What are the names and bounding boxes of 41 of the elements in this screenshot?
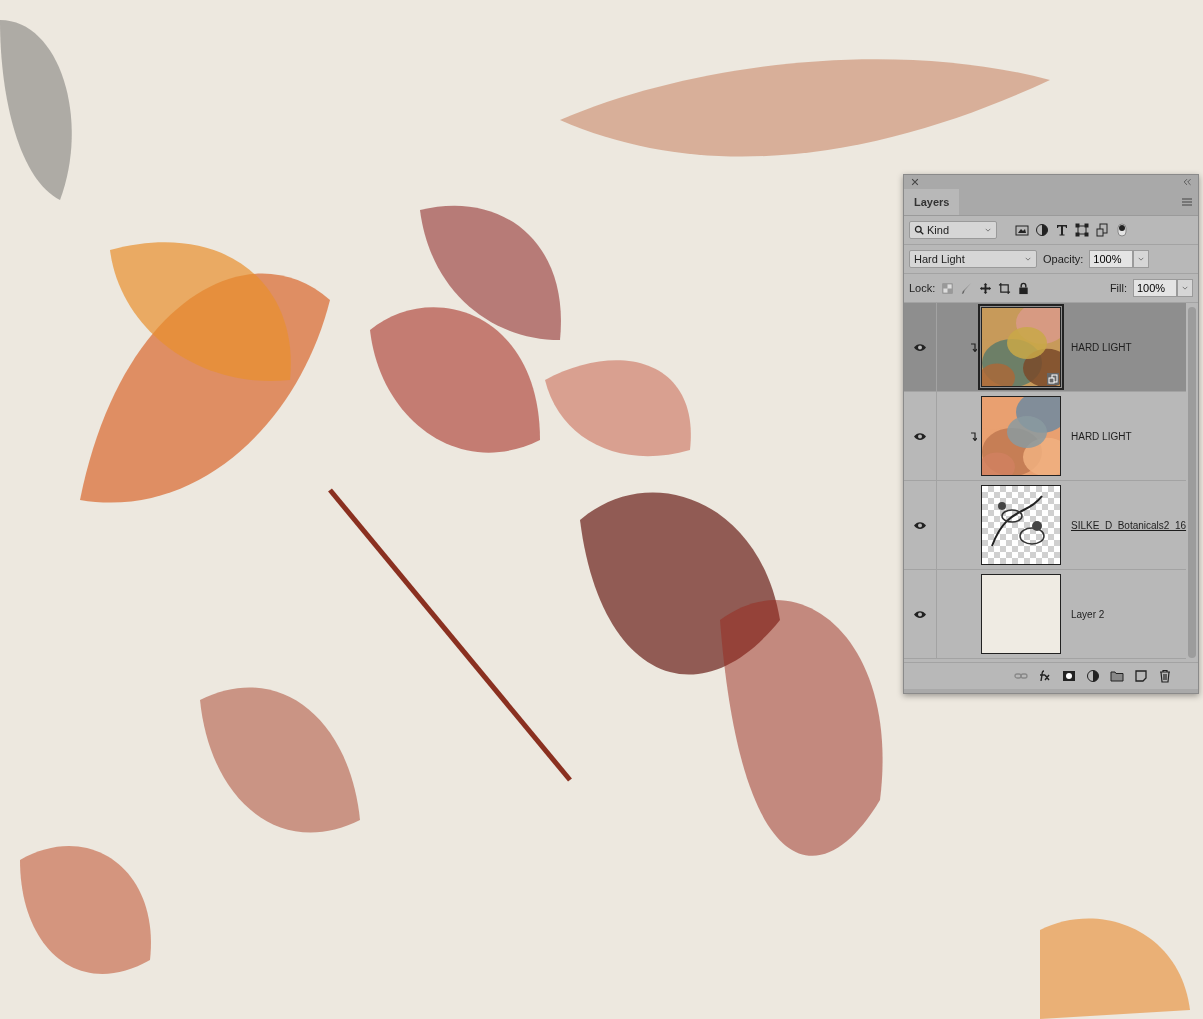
scrollbar-thumb[interactable]	[1188, 307, 1196, 658]
opacity-field[interactable]: 100%	[1089, 250, 1134, 268]
lock-icon[interactable]	[1017, 281, 1031, 295]
eye-icon[interactable]	[913, 520, 927, 530]
layer-name: HARD LIGHT	[1071, 430, 1132, 442]
chevron-icon	[1137, 255, 1146, 263]
trash-icon[interactable]	[1158, 669, 1172, 683]
move-icon[interactable]	[979, 281, 993, 295]
eye-icon[interactable]	[913, 609, 927, 619]
chevron-icon	[1024, 255, 1032, 263]
fx-icon[interactable]	[1038, 669, 1052, 683]
chevron-icon	[1181, 284, 1189, 292]
eye-icon[interactable]	[913, 431, 927, 441]
search-icon	[914, 225, 924, 235]
fill-label: Fill:	[1109, 282, 1127, 294]
layer-row[interactable]: HARD LIGHT	[904, 303, 1187, 392]
layer-name: HARD LIGHT	[1071, 341, 1132, 353]
layer-name: Layer 2	[1071, 608, 1105, 620]
layer-row[interactable]: SILKE_D_Botanicals2_16	[904, 481, 1187, 570]
image-filter-icon[interactable]	[1015, 223, 1029, 237]
close-icon[interactable]	[910, 177, 920, 187]
chevron-icon	[984, 226, 992, 234]
adjustment-filter-icon[interactable]	[1035, 223, 1049, 237]
filter-dropdown[interactable]: Kind	[909, 221, 997, 239]
opacity-label: Opacity:	[1043, 253, 1084, 265]
adjustment-icon[interactable]	[1086, 669, 1100, 683]
smart-object-filter-icon[interactable]	[1095, 223, 1109, 237]
type-filter-icon[interactable]	[1055, 223, 1069, 237]
layer-row[interactable]: Layer 2	[904, 570, 1187, 659]
lock-label: Lock:	[909, 282, 936, 294]
new-layer-icon[interactable]	[1134, 669, 1148, 683]
shape-filter-icon[interactable]	[1075, 223, 1089, 237]
folder-icon[interactable]	[1110, 669, 1124, 683]
blend-mode-dropdown[interactable]: Hard Light	[909, 250, 1037, 268]
crop-icon[interactable]	[998, 281, 1012, 295]
layers-tab[interactable]: Layers	[904, 189, 960, 215]
eye-icon[interactable]	[913, 342, 927, 352]
fill-field[interactable]: 100%	[1133, 279, 1177, 297]
layer-name: SILKE_D_Botanicals2_16	[1071, 519, 1187, 531]
mask-icon[interactable]	[1062, 669, 1076, 683]
layer-row[interactable]: HARD LIGHT	[904, 392, 1187, 481]
